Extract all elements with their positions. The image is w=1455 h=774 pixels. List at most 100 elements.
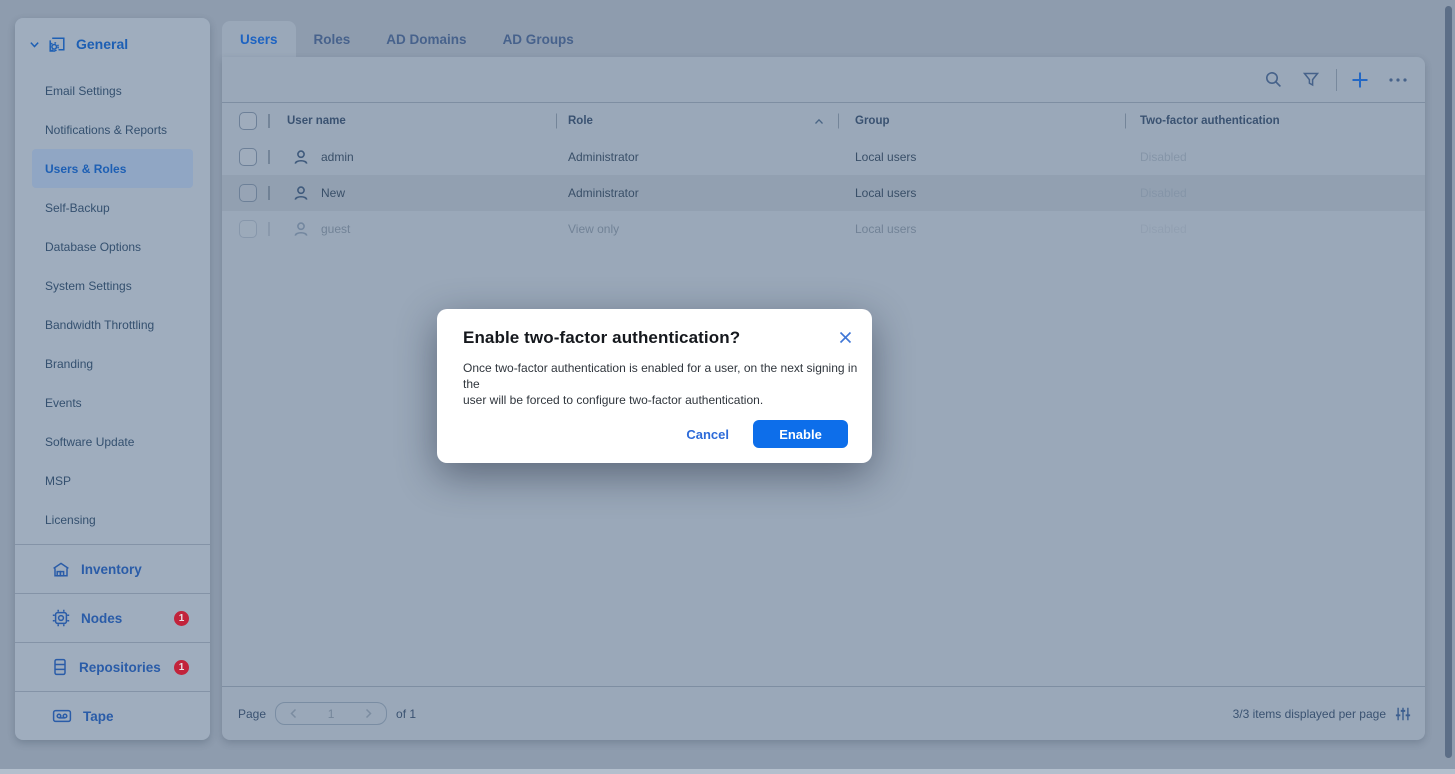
table-row-new[interactable]: New Administrator Local users Disabled <box>222 175 1425 211</box>
sidebar-item-notifications-reports[interactable]: Notifications & Reports <box>32 110 193 149</box>
table-row-admin[interactable]: admin Administrator Local users Disabled <box>222 139 1425 175</box>
general-settings-icon <box>48 36 66 53</box>
sidebar-item-email-settings[interactable]: Email Settings <box>32 71 193 110</box>
user-icon <box>293 185 309 202</box>
sidebar-item-licensing[interactable]: Licensing <box>32 500 193 539</box>
tab-label: AD Domains <box>386 32 466 47</box>
table-header: User name Role Group Two-factor authenti… <box>222 103 1425 139</box>
enable-two-factor-dialog: Enable two-factor authentication? Once t… <box>437 309 872 463</box>
sidebar-section-label: Inventory <box>81 562 142 577</box>
sidebar-item-label: Licensing <box>45 513 96 527</box>
tab-ad-groups[interactable]: AD Groups <box>485 21 592 57</box>
cell-role: View only <box>568 222 619 236</box>
sidebar-section-nodes[interactable]: Nodes 1 <box>15 593 210 642</box>
column-label: Two-factor authentication <box>1140 115 1280 127</box>
enable-button[interactable]: Enable <box>753 420 848 448</box>
column-label: Group <box>855 115 890 127</box>
cell-two-factor-status: Disabled <box>1140 186 1187 200</box>
repositories-alert-badge: 1 <box>174 660 189 675</box>
row-handle <box>268 222 270 236</box>
sort-asc-icon[interactable] <box>814 118 824 125</box>
previous-page-button[interactable] <box>276 708 310 719</box>
column-header-user-name[interactable]: User name <box>287 115 556 127</box>
sidebar-item-branding[interactable]: Branding <box>32 344 193 383</box>
user-icon <box>293 221 309 238</box>
column-label: User name <box>287 115 346 127</box>
sidebar-item-label: MSP <box>45 474 71 488</box>
repositories-icon <box>52 658 68 676</box>
sidebar-item-label: Self-Backup <box>45 201 110 215</box>
tab-roles[interactable]: Roles <box>296 21 369 57</box>
items-summary: 3/3 items displayed per page <box>1233 707 1386 721</box>
sidebar-section-repositories[interactable]: Repositories 1 <box>15 642 210 691</box>
toolbar-divider <box>1336 69 1337 91</box>
sidebar-section-tape[interactable]: Tape <box>15 691 210 740</box>
more-icon[interactable] <box>1383 65 1413 95</box>
row-handle <box>268 150 270 164</box>
sidebar-item-label: Email Settings <box>45 84 122 98</box>
select-all-checkbox[interactable] <box>239 112 257 130</box>
sidebar-group-label: General <box>76 36 128 52</box>
nodes-alert-badge: 1 <box>174 611 189 626</box>
pager: 1 <box>275 702 387 725</box>
sidebar-section-label: Tape <box>83 709 114 724</box>
page-number-input[interactable]: 1 <box>310 707 351 721</box>
cancel-button[interactable]: Cancel <box>684 421 731 448</box>
sidebar-section-inventory[interactable]: Inventory <box>15 544 210 593</box>
filter-icon[interactable] <box>1296 65 1326 95</box>
cell-user-name: admin <box>321 150 354 164</box>
next-page-button[interactable] <box>352 708 386 719</box>
column-header-role[interactable]: Role <box>556 115 838 127</box>
dialog-actions: Cancel Enable <box>684 420 848 448</box>
tab-label: AD Groups <box>503 32 574 47</box>
sidebar-item-label: Branding <box>45 357 93 371</box>
page-of-label: of 1 <box>396 707 416 721</box>
page-bottom-strip <box>0 769 1455 774</box>
user-icon <box>293 149 309 166</box>
dialog-message: Once two-factor authentication is enable… <box>463 360 858 408</box>
row-checkbox[interactable] <box>239 148 257 166</box>
sidebar-general-items: Email Settings Notifications & Reports U… <box>15 64 210 539</box>
sidebar-sections: Inventory Nodes 1 Repositories 1 <box>15 544 210 740</box>
sidebar-item-bandwidth-throttling[interactable]: Bandwidth Throttling <box>32 305 193 344</box>
tab-users[interactable]: Users <box>222 21 296 57</box>
page-label: Page <box>238 707 266 721</box>
sidebar-item-system-settings[interactable]: System Settings <box>32 266 193 305</box>
sidebar-item-label: Notifications & Reports <box>45 123 167 137</box>
sidebar-item-software-update[interactable]: Software Update <box>32 422 193 461</box>
row-checkbox[interactable] <box>239 220 257 238</box>
table-row-guest[interactable]: guest View only Local users Disabled <box>222 211 1425 247</box>
table-footer: Page 1 of 1 3/3 items displayed per page <box>222 686 1425 740</box>
cell-group: Local users <box>855 150 916 164</box>
nodes-icon <box>52 609 70 627</box>
cell-user-name: guest <box>321 222 350 236</box>
add-icon[interactable] <box>1345 65 1375 95</box>
tab-ad-domains[interactable]: AD Domains <box>368 21 484 57</box>
vertical-scrollbar[interactable] <box>1445 6 1452 758</box>
column-header-two-factor[interactable]: Two-factor authentication <box>1125 115 1425 127</box>
search-icon[interactable] <box>1258 65 1288 95</box>
sidebar-item-self-backup[interactable]: Self-Backup <box>32 188 193 227</box>
cell-role: Administrator <box>568 150 639 164</box>
sidebar-item-users-roles[interactable]: Users & Roles <box>32 149 193 188</box>
items-per-page-icon[interactable] <box>1395 706 1411 722</box>
cell-role: Administrator <box>568 186 639 200</box>
column-header-group[interactable]: Group <box>838 115 1125 127</box>
close-icon[interactable] <box>835 327 855 347</box>
cell-two-factor-status: Disabled <box>1140 150 1187 164</box>
sidebar-item-label: Bandwidth Throttling <box>45 318 154 332</box>
sidebar-item-msp[interactable]: MSP <box>32 461 193 500</box>
header-handle <box>268 114 270 128</box>
sidebar-group-general[interactable]: General <box>15 18 210 64</box>
cell-group: Local users <box>855 222 916 236</box>
sidebar-item-label: Database Options <box>45 240 141 254</box>
sidebar-item-label: Users & Roles <box>45 162 126 176</box>
sidebar-item-database-options[interactable]: Database Options <box>32 227 193 266</box>
row-checkbox[interactable] <box>239 184 257 202</box>
sidebar: General Email Settings Notifications & R… <box>15 18 210 740</box>
sidebar-item-events[interactable]: Events <box>32 383 193 422</box>
sidebar-item-label: System Settings <box>45 279 132 293</box>
row-handle <box>268 186 270 200</box>
cell-user-name: New <box>321 186 345 200</box>
tab-bar: Users Roles AD Domains AD Groups <box>222 21 592 57</box>
